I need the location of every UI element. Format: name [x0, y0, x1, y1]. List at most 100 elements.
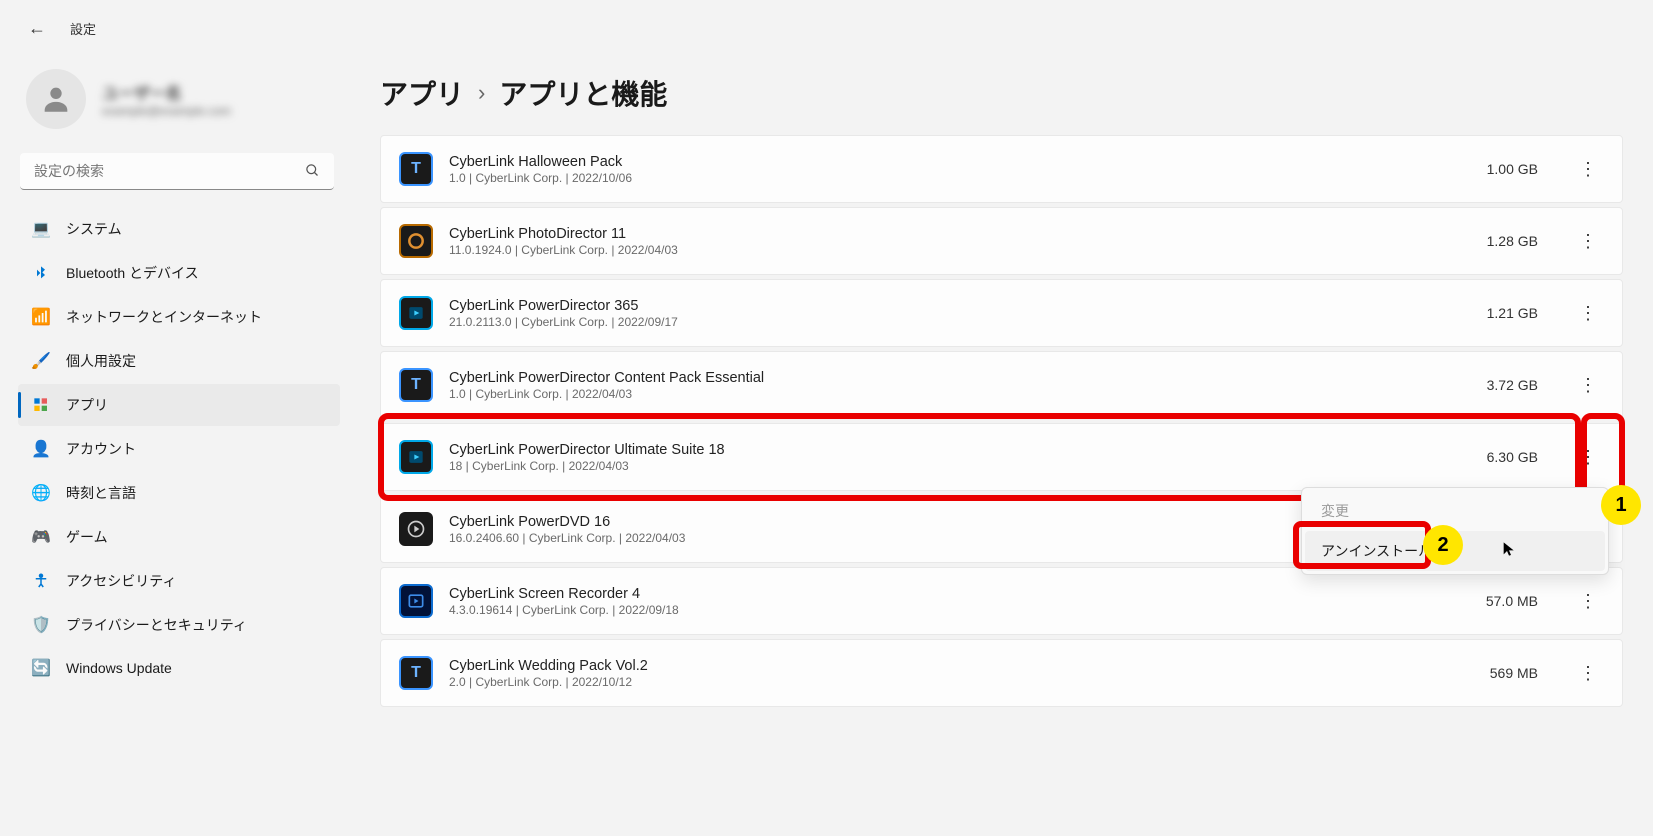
app-info: CyberLink PowerDirector 36521.0.2113.0 |…: [449, 298, 1471, 329]
sidebar-item-label: アクセシビリティ: [66, 571, 176, 591]
sidebar-item-account[interactable]: 👤 アカウント: [18, 428, 340, 470]
app-meta: 21.0.2113.0 | CyberLink Corp. | 2022/09/…: [449, 315, 1471, 329]
search-box: [20, 153, 334, 190]
app-size: 3.72 GB: [1487, 377, 1538, 393]
app-name: CyberLink PowerDirector Content Pack Ess…: [449, 370, 1471, 386]
menu-change: 変更: [1305, 491, 1605, 531]
more-button[interactable]: ⋮: [1572, 225, 1604, 257]
sidebar-item-label: 個人用設定: [66, 351, 136, 371]
accessibility-icon: [32, 572, 50, 590]
sidebar-item-label: ネットワークとインターネット: [66, 307, 262, 327]
more-button[interactable]: ⋮: [1572, 153, 1604, 185]
more-button[interactable]: ⋮: [1572, 369, 1604, 401]
avatar: [26, 69, 86, 129]
app-icon: T: [399, 656, 433, 690]
app-meta: 4.3.0.19614 | CyberLink Corp. | 2022/09/…: [449, 603, 1470, 617]
sidebar-item-label: ゲーム: [66, 527, 108, 547]
app-size: 57.0 MB: [1486, 593, 1538, 609]
sidebar-item-label: Windows Update: [66, 660, 172, 676]
sidebar-item-personalize[interactable]: 🖌️ 個人用設定: [18, 340, 340, 382]
sidebar: ユーザー名 example@example.com 💻 システム Bluetooth…: [0, 49, 350, 707]
app-icon: T: [399, 152, 433, 186]
app-name: CyberLink Halloween Pack: [449, 154, 1471, 170]
sidebar-item-label: アプリ: [66, 395, 108, 415]
app-icon: [399, 296, 433, 330]
app-size: 1.00 GB: [1487, 161, 1538, 177]
app-row[interactable]: T CyberLink PowerDirector Content Pack Es…: [380, 351, 1623, 419]
search-input[interactable]: [20, 153, 334, 190]
app-info: CyberLink PowerDirector Ultimate Suite 1…: [449, 442, 1471, 473]
app-row[interactable]: CyberLink PowerDirector 36521.0.2113.0 |…: [380, 279, 1623, 347]
app-info: CyberLink Halloween Pack1.0 | CyberLink …: [449, 154, 1471, 185]
update-icon: 🔄: [32, 659, 50, 677]
bluetooth-icon: [32, 264, 50, 282]
app-icon: [399, 440, 433, 474]
app-name: CyberLink Screen Recorder 4: [449, 586, 1470, 602]
account-icon: 👤: [32, 440, 50, 458]
more-button[interactable]: ⋮: [1572, 297, 1604, 329]
sidebar-item-privacy[interactable]: 🛡️ プライバシーとセキュリティ: [18, 604, 340, 646]
profile[interactable]: ユーザー名 example@example.com: [18, 59, 340, 147]
search-icon[interactable]: [305, 163, 320, 181]
app-row[interactable]: CyberLink PowerDirector Ultimate Suite 1…: [380, 423, 1623, 491]
profile-sub: example@example.com: [102, 104, 231, 118]
sidebar-item-label: システム: [66, 219, 122, 239]
annotation-badge-2: 2: [1423, 525, 1463, 565]
header-title: 設定: [70, 19, 96, 38]
sidebar-item-system[interactable]: 💻 システム: [18, 208, 340, 250]
sidebar-item-label: アカウント: [66, 439, 136, 459]
sidebar-item-label: Bluetooth とデバイス: [66, 263, 199, 283]
app-meta: 1.0 | CyberLink Corp. | 2022/04/03: [449, 387, 1471, 401]
app-icon: [399, 512, 433, 546]
apps-icon: [32, 396, 50, 414]
app-row[interactable]: T CyberLink Halloween Pack1.0 | CyberLink…: [380, 135, 1623, 203]
profile-name: ユーザー名: [102, 80, 231, 104]
back-arrow-icon[interactable]: ←: [28, 18, 46, 39]
sidebar-item-time[interactable]: 🌐 時刻と言語: [18, 472, 340, 514]
breadcrumb-parent[interactable]: アプリ: [380, 73, 464, 113]
sidebar-item-label: 時刻と言語: [66, 483, 136, 503]
breadcrumb: アプリ › アプリと機能: [380, 59, 1623, 135]
app-name: CyberLink Wedding Pack Vol.2: [449, 658, 1474, 674]
app-meta: 2.0 | CyberLink Corp. | 2022/10/12: [449, 675, 1474, 689]
app-icon: [399, 584, 433, 618]
sidebar-item-network[interactable]: 📶 ネットワークとインターネット: [18, 296, 340, 338]
sidebar-item-bluetooth[interactable]: Bluetooth とデバイス: [18, 252, 340, 294]
app-name: CyberLink PowerDirector 365: [449, 298, 1471, 314]
app-meta: 11.0.1924.0 | CyberLink Corp. | 2022/04/…: [449, 243, 1471, 257]
nav: 💻 システム Bluetooth とデバイス 📶 ネットワークとインターネット 🖌️ 個人用…: [18, 208, 340, 688]
main: アプリ › アプリと機能 TCyberLink Halloween Pack1.…: [350, 49, 1653, 707]
app-meta: 1.0 | CyberLink Corp. | 2022/10/06: [449, 171, 1471, 185]
personalize-icon: 🖌️: [32, 352, 50, 370]
more-button[interactable]: ⋮: [1572, 441, 1604, 473]
app-info: CyberLink Screen Recorder 44.3.0.19614 |…: [449, 586, 1470, 617]
app-icon: [399, 224, 433, 258]
app-list: TCyberLink Halloween Pack1.0 | CyberLink…: [380, 135, 1623, 707]
app-info: CyberLink PhotoDirector 1111.0.1924.0 | …: [449, 226, 1471, 257]
sidebar-item-accessibility[interactable]: アクセシビリティ: [18, 560, 340, 602]
network-icon: 📶: [32, 308, 50, 326]
sidebar-item-gaming[interactable]: 🎮 ゲーム: [18, 516, 340, 558]
more-button[interactable]: ⋮: [1572, 585, 1604, 617]
sidebar-item-update[interactable]: 🔄 Windows Update: [18, 648, 340, 688]
system-icon: 💻: [32, 220, 50, 238]
privacy-icon: 🛡️: [32, 616, 50, 634]
app-icon: T: [399, 368, 433, 402]
app-name: CyberLink PhotoDirector 11: [449, 226, 1471, 242]
app-row[interactable]: CyberLink PhotoDirector 1111.0.1924.0 | …: [380, 207, 1623, 275]
app-size: 6.30 GB: [1487, 449, 1538, 465]
sidebar-item-apps[interactable]: アプリ: [18, 384, 340, 426]
app-row[interactable]: CyberLink Screen Recorder 44.3.0.19614 |…: [380, 567, 1623, 635]
app-row[interactable]: T CyberLink Wedding Pack Vol.22.0 | Cyber…: [380, 639, 1623, 707]
gaming-icon: 🎮: [32, 528, 50, 546]
time-icon: 🌐: [32, 484, 50, 502]
app-size: 569 MB: [1490, 665, 1538, 681]
more-button[interactable]: ⋮: [1572, 657, 1604, 689]
chevron-right-icon: ›: [478, 80, 485, 106]
sidebar-item-label: プライバシーとセキュリティ: [66, 615, 247, 635]
app-size: 1.21 GB: [1487, 305, 1538, 321]
app-meta: 18 | CyberLink Corp. | 2022/04/03: [449, 459, 1471, 473]
app-info: CyberLink PowerDirector Content Pack Ess…: [449, 370, 1471, 401]
app-size: 1.28 GB: [1487, 233, 1538, 249]
annotation-badge-1: 1: [1601, 485, 1641, 525]
